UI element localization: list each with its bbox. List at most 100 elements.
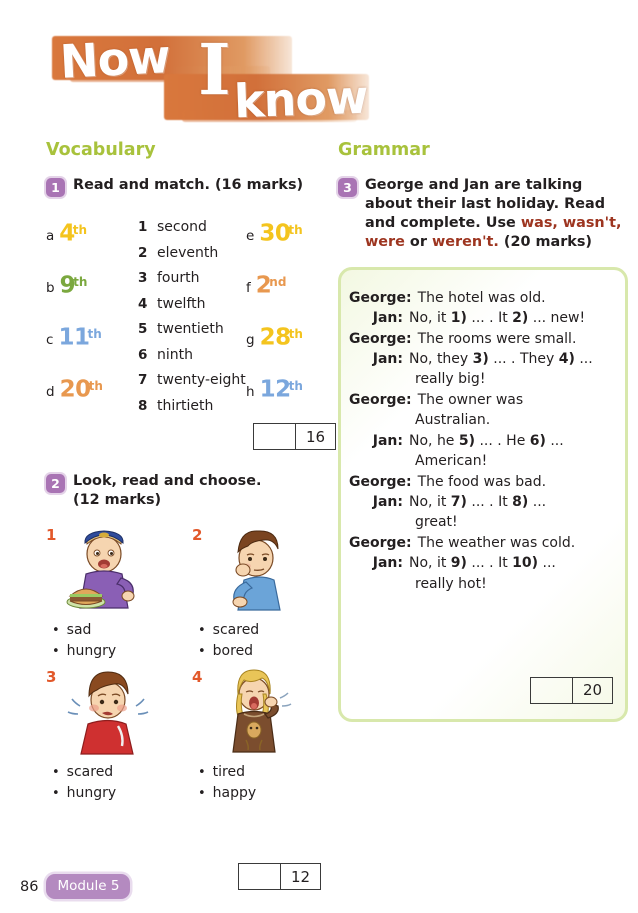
ordinal-number: 30 bbox=[259, 220, 291, 247]
ordinal-item-h[interactable]: h 12th bbox=[246, 375, 303, 402]
option-item[interactable]: • happy bbox=[198, 783, 310, 804]
option-list: • tired • happy bbox=[198, 762, 310, 804]
matching-exercise-area: a 4th b 9th c 11th d 20th 1 second 2 eleventh 3 four… bbox=[46, 219, 336, 419]
dialogue-text[interactable]: The weather was cold. bbox=[418, 533, 613, 553]
ordinal-item-d[interactable]: d 20th bbox=[46, 375, 103, 402]
exercise-1-score-total: 16 bbox=[305, 427, 326, 446]
ordinal-letter: c bbox=[46, 332, 54, 349]
ordinal-suffix: th bbox=[288, 379, 303, 393]
dialogue-text[interactable]: The owner was bbox=[418, 390, 613, 410]
ordinal-item-e[interactable]: e 30th bbox=[246, 219, 303, 246]
exercise-2-title-line2: (12 marks) bbox=[73, 492, 162, 509]
word-text: eleventh bbox=[157, 244, 219, 261]
exercise-1-score-input[interactable] bbox=[254, 424, 296, 449]
exercise-1-header: 1 Read and match. (16 marks) bbox=[46, 176, 336, 197]
exercise-2-score-box[interactable]: 12 bbox=[238, 863, 321, 890]
ordinal-word-row[interactable]: 2 eleventh bbox=[138, 245, 246, 271]
picture-item-3[interactable]: 3 • scared • hungry bbox=[46, 668, 164, 804]
dialogue-text[interactable]: The food was bad. bbox=[418, 472, 613, 492]
grammar-heading: Grammar bbox=[338, 140, 430, 160]
exercise-1-badge: 1 bbox=[46, 178, 65, 197]
page-title-banner: Now I know bbox=[52, 22, 372, 132]
ordinal-number: 28 bbox=[259, 324, 292, 351]
ordinal-word-row[interactable]: 5 twentieth bbox=[138, 321, 246, 347]
option-item[interactable]: • scared bbox=[198, 620, 310, 641]
exercise-1-title: Read and match. (16 marks) bbox=[73, 177, 304, 193]
ordinal-suffix: th bbox=[72, 223, 88, 237]
option-label: scared bbox=[66, 764, 114, 781]
exercise-2-header: 2 Look, read and choose. (12 marks) bbox=[46, 472, 336, 510]
ordinal-letter: f bbox=[246, 280, 251, 297]
dialogue-line: Jan: No, it 9) ... . It 10) ... bbox=[349, 553, 613, 573]
dialogue-speaker: George: bbox=[349, 473, 412, 490]
exercise-3-highlight-2: weren't. bbox=[431, 234, 499, 251]
ordinal-word-row[interactable]: 4 twelfth bbox=[138, 296, 246, 322]
exercise-3-score-input[interactable] bbox=[531, 677, 573, 703]
ordinal-word-row[interactable]: 3 fourth bbox=[138, 270, 246, 296]
option-label: tired bbox=[212, 764, 245, 781]
word-text: fourth bbox=[157, 270, 200, 286]
exercise-3-badge: 3 bbox=[338, 178, 357, 197]
dialogue-speaker: George: bbox=[349, 289, 412, 306]
dialogue-speaker: George: bbox=[349, 330, 412, 347]
ordinal-letter: a bbox=[46, 228, 55, 245]
module-badge: Module 5 bbox=[46, 874, 131, 899]
exercise-2-score-total: 12 bbox=[290, 867, 311, 886]
dialogue-line: George: The hotel was old. bbox=[349, 288, 613, 308]
exercise-3-score-box[interactable]: 20 bbox=[530, 676, 613, 704]
dialogue-line: George: The rooms were small. bbox=[349, 329, 613, 349]
dialogue-speaker: Jan: bbox=[372, 432, 403, 449]
word-text: ninth bbox=[157, 346, 193, 363]
dialogue-text[interactable]: No, he 5) ... . He 6) ... bbox=[409, 431, 613, 451]
ordinal-item-g[interactable]: g 28th bbox=[246, 323, 303, 350]
picture-item-2[interactable]: 2 • scared • bored bbox=[192, 526, 310, 662]
ordinal-item-b[interactable]: b 9th bbox=[46, 271, 87, 298]
picture-choices: 1 • sad • hungry 2 • scared • bored 3 • … bbox=[46, 526, 336, 804]
picture-item-4[interactable]: 4 • tired • happy bbox=[192, 668, 310, 804]
option-item[interactable]: • hungry bbox=[52, 641, 164, 662]
option-item[interactable]: • hungry bbox=[52, 783, 164, 804]
dialogue-continuation: American! bbox=[415, 453, 488, 470]
ordinal-letter: h bbox=[246, 384, 255, 401]
ordinal-number: 20 bbox=[59, 376, 92, 403]
word-number: 7 bbox=[138, 372, 148, 388]
word-text: thirtieth bbox=[157, 397, 214, 414]
ordinal-word-row[interactable]: 6 ninth bbox=[138, 347, 246, 373]
ordinal-item-c[interactable]: c 11th bbox=[46, 323, 102, 350]
exercise-3-score-total: 20 bbox=[582, 681, 603, 700]
dialogue-continuation: great! bbox=[415, 514, 458, 531]
exercise-3-marks: (20 marks) bbox=[498, 234, 592, 251]
dialogue-text[interactable]: No, it 1) ... . It 2) ... new! bbox=[409, 308, 613, 328]
word-number: 5 bbox=[138, 321, 148, 337]
exercise-2-badge: 2 bbox=[46, 474, 65, 493]
option-item[interactable]: • sad bbox=[52, 620, 164, 641]
option-label: scared bbox=[212, 622, 260, 639]
word-number: 3 bbox=[138, 270, 148, 286]
bullet-icon: • bbox=[198, 786, 206, 802]
option-item[interactable]: • tired bbox=[198, 762, 310, 783]
ordinal-word-row[interactable]: 7 twenty-eight bbox=[138, 372, 246, 398]
dialogue-text[interactable]: The hotel was old. bbox=[418, 288, 613, 308]
dialogue-text[interactable]: The rooms were small. bbox=[418, 329, 613, 349]
option-label: hungry bbox=[66, 785, 117, 802]
exercise-2-score-input[interactable] bbox=[239, 864, 281, 889]
option-item[interactable]: • bored bbox=[198, 641, 310, 662]
ordinal-word-row[interactable]: 8 thirtieth bbox=[138, 398, 246, 424]
dialogue-line: Jan: No, they 3) ... . They 4) ... bbox=[349, 349, 613, 369]
exercise-3-title: George and Jan are talking about their l… bbox=[365, 176, 628, 253]
option-label: happy bbox=[212, 785, 257, 802]
bullet-icon: • bbox=[52, 765, 60, 781]
dialogue-speaker: George: bbox=[349, 534, 412, 551]
word-text: second bbox=[157, 219, 207, 235]
ordinal-word-row[interactable]: 1 second bbox=[138, 219, 246, 245]
bullet-icon: • bbox=[198, 644, 206, 660]
exercise-1-score-box[interactable]: 16 bbox=[253, 423, 336, 450]
ordinal-item-f[interactable]: f 2nd bbox=[246, 271, 286, 298]
option-item[interactable]: • scared bbox=[52, 762, 164, 783]
picture-item-1[interactable]: 1 • sad • hungry bbox=[46, 526, 164, 662]
word-text: twentieth bbox=[157, 321, 224, 337]
dialogue-text[interactable]: No, it 9) ... . It 10) ... bbox=[409, 553, 613, 573]
dialogue-text[interactable]: No, they 3) ... . They 4) ... bbox=[409, 349, 613, 369]
ordinal-item-a[interactable]: a 4th bbox=[46, 219, 87, 246]
dialogue-text[interactable]: No, it 7) ... . It 8) ... bbox=[409, 492, 613, 512]
